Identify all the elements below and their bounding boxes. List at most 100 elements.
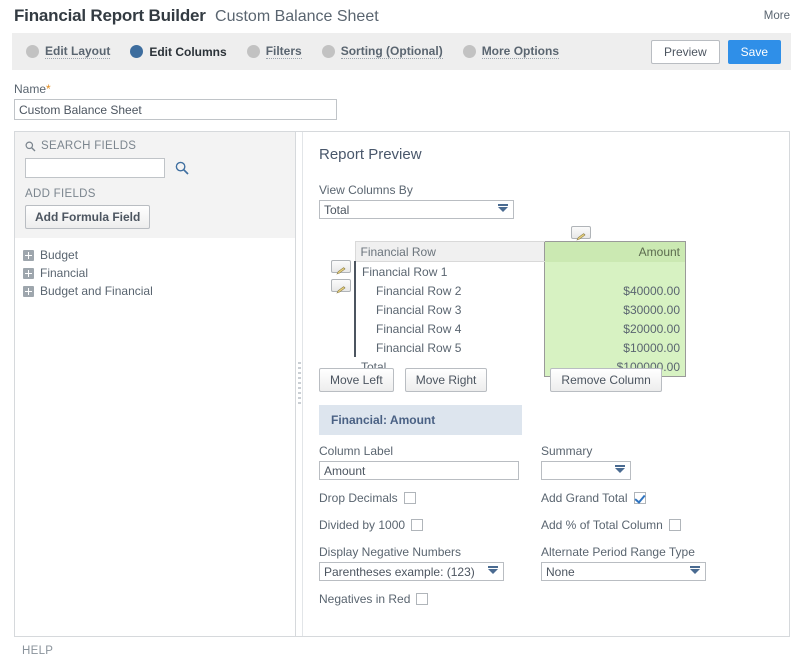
step-label: Filters [266,44,302,59]
row-amount [545,262,686,282]
chevron-down-icon [690,569,700,574]
expand-plus-icon[interactable] [23,286,34,297]
search-icon [25,141,36,152]
help-link[interactable]: HELP [22,645,53,657]
view-columns-by-value: Total [324,203,349,217]
row-amount: $20000.00 [545,319,686,338]
search-input[interactable] [25,158,165,178]
tree-item-label: Financial [40,266,88,280]
edit-row-pencil-button[interactable] [331,279,351,292]
negatives-in-red-checkbox[interactable] [416,593,428,605]
tree-item-label: Budget and Financial [40,284,153,298]
name-field-group: Name* [14,82,803,120]
search-fields-heading-text: SEARCH FIELDS [41,140,136,152]
summary-select[interactable] [541,461,631,480]
alternate-period-group: Alternate Period Range Type None [541,545,741,581]
add-pct-total-checkbox[interactable] [669,519,681,531]
name-field-label: Name* [14,82,803,96]
negatives-in-red-row: Negatives in Red [319,592,534,606]
search-fields-section: SEARCH FIELDS [15,132,295,188]
move-right-button[interactable]: Move Right [405,368,488,392]
table-row[interactable]: Financial Row 1 [355,262,686,282]
tree-item-financial[interactable]: Financial [23,264,295,282]
wizard-step-bar: Edit Layout Edit Columns Filters Sorting… [12,32,791,70]
builder-panels: SEARCH FIELDS ADD FIELDS Add Formula Fie… [14,131,790,637]
chevron-down-icon [615,468,625,473]
settings-column-right: Summary Add Grand Total Add % of Total C… [541,444,741,592]
add-grand-total-checkbox[interactable] [634,492,646,504]
more-menu-link[interactable]: More [764,10,790,22]
report-preview-panel: Report Preview View Columns By Total [304,132,789,636]
view-columns-by-label: View Columns By [319,183,789,197]
table-row[interactable]: Financial Row 3 $30000.00 [355,300,686,319]
edit-column-pencil-button[interactable] [571,226,591,239]
edit-row-pencil-button-1-wrap [331,260,351,273]
table-row[interactable]: Financial Row 2 $40000.00 [355,281,686,300]
column-header-amount[interactable]: Amount [545,242,686,262]
search-fields-heading: SEARCH FIELDS [25,140,285,152]
row-amount: $10000.00 [545,338,686,357]
negatives-in-red-label: Negatives in Red [319,592,410,606]
step-dot-icon [463,45,476,58]
expand-plus-icon[interactable] [23,268,34,279]
table-header-row: Financial Row Amount [355,242,686,262]
page-title: Financial Report Builder [14,6,206,26]
step-filters[interactable]: Filters [247,44,302,59]
row-amount: $40000.00 [545,281,686,300]
settings-column-left: Column Label Drop Decimals Divided by 10… [319,444,534,619]
edit-row-pencil-button[interactable] [331,260,351,273]
expand-plus-icon[interactable] [23,250,34,261]
column-settings-header: Financial: Amount [319,405,522,435]
name-input[interactable] [14,99,337,120]
step-dot-icon [322,45,335,58]
step-sorting[interactable]: Sorting (Optional) [322,44,443,59]
tree-item-budget[interactable]: Budget [23,246,295,264]
column-label-label: Column Label [319,444,534,458]
step-dot-icon [247,45,260,58]
add-pct-total-row: Add % of Total Column [541,518,741,532]
display-negative-label: Display Negative Numbers [319,545,534,559]
column-label-group: Column Label [319,444,534,480]
step-more-options[interactable]: More Options [463,44,559,59]
divided-by-1000-checkbox[interactable] [411,519,423,531]
column-label-input[interactable] [319,461,519,480]
divided-by-1000-label: Divided by 1000 [319,518,405,532]
save-button[interactable]: Save [728,40,781,64]
table-row[interactable]: Financial Row 4 $20000.00 [355,319,686,338]
report-name-subtitle: Custom Balance Sheet [215,8,379,26]
add-fields-section: ADD FIELDS Add Formula Field [15,188,295,238]
alternate-period-select[interactable]: None [541,562,706,581]
display-negative-group: Display Negative Numbers Parentheses exa… [319,545,534,581]
chevron-down-icon [488,569,498,574]
tree-item-budget-and-financial[interactable]: Budget and Financial [23,282,295,300]
panel-splitter[interactable] [296,132,303,636]
step-edit-columns[interactable]: Edit Columns [130,45,226,59]
row-label: Financial Row 1 [355,262,545,282]
step-dot-icon [26,45,39,58]
search-submit-icon[interactable] [175,161,189,175]
drop-decimals-checkbox[interactable] [404,492,416,504]
row-label: Financial Row 3 [355,300,545,319]
preview-button[interactable]: Preview [651,40,720,64]
step-edit-layout[interactable]: Edit Layout [26,44,110,59]
pencil-icon [336,282,347,290]
column-header-financial-row[interactable]: Financial Row [355,242,545,262]
report-preview-table: Financial Row Amount Financial Row 1 Fin… [354,241,686,377]
alternate-period-label: Alternate Period Range Type [541,545,741,559]
splitter-grip-icon [298,362,301,406]
name-label-text: Name [14,82,46,96]
table-row[interactable]: Financial Row 5 $10000.00 [355,338,686,357]
move-left-button[interactable]: Move Left [319,368,394,392]
display-negative-select[interactable]: Parentheses example: (123) [319,562,504,581]
view-columns-by-select[interactable]: Total [319,200,514,219]
required-marker: * [46,82,51,96]
pencil-icon [336,263,347,271]
remove-column-button[interactable]: Remove Column [550,368,661,392]
add-formula-field-button[interactable]: Add Formula Field [25,205,150,229]
step-dot-icon [130,45,143,58]
tree-item-label: Budget [40,248,78,262]
add-fields-heading: ADD FIELDS [25,188,285,200]
row-amount: $30000.00 [545,300,686,319]
row-label: Financial Row 5 [355,338,545,357]
step-label: Sorting (Optional) [341,44,443,59]
